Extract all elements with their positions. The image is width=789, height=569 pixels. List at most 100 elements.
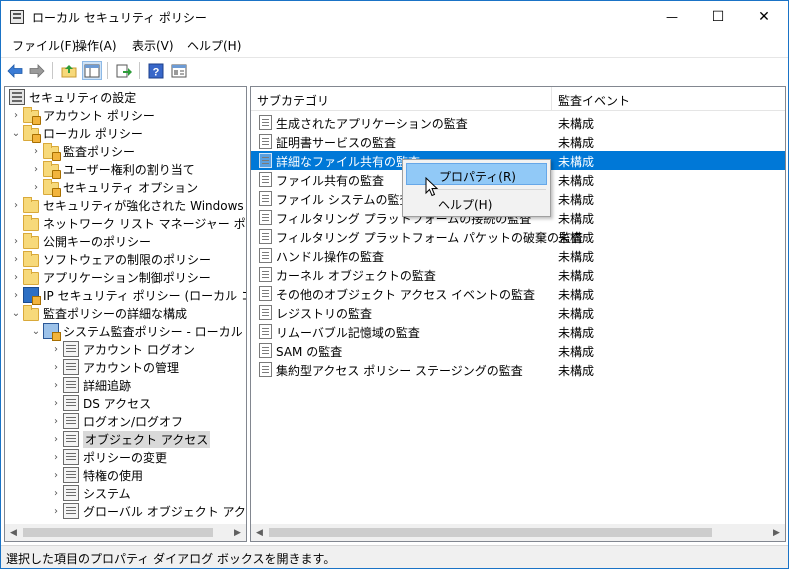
expand-arrow-icon[interactable]: › xyxy=(49,448,63,466)
list-row[interactable]: 集約型アクセス ポリシー ステージングの監査 未構成 xyxy=(251,360,785,379)
tree-item[interactable]: › アカウントの管理 xyxy=(49,358,179,376)
tree-item[interactable]: › アプリケーション制御ポリシー xyxy=(9,268,211,286)
expand-arrow-icon[interactable]: › xyxy=(49,502,63,520)
tree-item[interactable]: › システム xyxy=(49,484,131,502)
scroll-left-icon[interactable]: ◀ xyxy=(5,524,22,541)
row-audit-event: 未構成 xyxy=(558,136,595,150)
tree-item[interactable]: › IP セキュリティ ポリシー (ローカル コンピューター) xyxy=(9,286,246,305)
maximize-button[interactable]: ☐ xyxy=(695,1,741,32)
scrollbar-thumb[interactable] xyxy=(269,528,712,537)
tree-item[interactable]: › ユーザー権利の割り当て xyxy=(29,160,195,179)
scroll-right-icon[interactable]: ▶ xyxy=(229,524,246,541)
list-row[interactable]: 証明書サービスの監査 未構成 xyxy=(251,132,785,151)
scrollbar-thumb[interactable] xyxy=(23,528,213,537)
scroll-left-icon[interactable]: ◀ xyxy=(251,524,268,541)
row-audit-event: 未構成 xyxy=(558,364,595,378)
audit-policy-icon xyxy=(259,172,272,187)
menu-help[interactable]: ヘルプ(H) xyxy=(187,37,241,54)
expand-arrow-icon[interactable]: › xyxy=(9,232,23,250)
collapse-arrow-icon[interactable]: ⌄ xyxy=(9,124,23,142)
expand-arrow-icon[interactable]: › xyxy=(9,196,23,214)
close-button[interactable]: ✕ xyxy=(741,1,787,32)
expand-arrow-icon[interactable]: › xyxy=(29,142,43,160)
tree-label: 詳細追跡 xyxy=(83,378,132,393)
tree-item[interactable]: セキュリティの設定 xyxy=(5,88,136,106)
tree-item[interactable]: ⌄ ローカル ポリシー xyxy=(9,124,143,143)
expand-arrow-icon[interactable]: › xyxy=(9,268,23,286)
tree-item[interactable]: › セキュリティが強化された Windows ファイアウォール xyxy=(9,196,246,214)
menu-file[interactable]: ファイル(F) xyxy=(12,37,76,54)
tree-item[interactable]: › 監査ポリシー xyxy=(29,142,135,161)
tree-item[interactable]: › 詳細追跡 xyxy=(49,376,131,394)
menu-action[interactable]: 操作(A) xyxy=(75,37,117,54)
folder-icon xyxy=(23,268,39,285)
context-menu-label: プロパティ(R) xyxy=(439,170,516,184)
locked-folder-icon xyxy=(43,160,61,179)
toolbar-separator xyxy=(139,62,140,79)
expand-arrow-icon[interactable]: › xyxy=(49,484,63,502)
tree-item[interactable]: › アカウント ログオン xyxy=(49,340,195,358)
tree-pane[interactable]: セキュリティの設定 › アカウント ポリシー ⌄ ローカル ポリシー › 監査ポ… xyxy=(4,86,247,542)
tree-item-selected[interactable]: › オブジェクト アクセス xyxy=(49,430,211,448)
list-row[interactable]: SAM の監査 未構成 xyxy=(251,341,785,360)
scroll-right-icon[interactable]: ▶ xyxy=(768,524,785,541)
expand-arrow-icon[interactable]: › xyxy=(9,286,23,304)
tree-item[interactable]: › 公開キーのポリシー xyxy=(9,232,151,250)
audit-policy-icon xyxy=(259,343,272,358)
tree-item[interactable]: › ソフトウェアの制限のポリシー xyxy=(9,250,211,268)
expand-arrow-icon[interactable]: › xyxy=(29,160,43,178)
expand-arrow-icon[interactable]: › xyxy=(49,412,63,430)
row-subcategory: 集約型アクセス ポリシー ステージングの監査 xyxy=(276,364,523,378)
audit-policy-icon xyxy=(259,305,272,320)
expand-arrow-icon[interactable]: › xyxy=(9,250,23,268)
tree-item[interactable]: ネットワーク リスト マネージャー ポリシー xyxy=(9,214,246,232)
ip-security-icon xyxy=(23,287,41,305)
audit-policy-icon xyxy=(259,267,272,282)
tree-item[interactable]: › セキュリティ オプション xyxy=(29,178,198,197)
expand-arrow-icon[interactable]: › xyxy=(49,340,63,358)
column-divider[interactable] xyxy=(551,87,552,111)
tree-item[interactable]: › グローバル オブジェクト アクセスの監査 xyxy=(49,502,246,520)
expand-arrow-icon[interactable]: › xyxy=(49,358,63,376)
collapse-arrow-icon[interactable]: ⌄ xyxy=(29,322,43,340)
list-horizontal-scrollbar[interactable]: ◀ ▶ xyxy=(251,524,785,541)
row-audit-event: 未構成 xyxy=(558,269,595,283)
list-row[interactable]: 生成されたアプリケーションの監査 未構成 xyxy=(251,113,785,132)
list-row[interactable]: その他のオブジェクト アクセス イベントの監査 未構成 xyxy=(251,284,785,303)
help-button[interactable]: ? xyxy=(146,61,166,80)
forward-button[interactable] xyxy=(27,61,47,80)
tree-item[interactable]: ⌄ 監査ポリシーの詳細な構成 xyxy=(9,304,187,322)
up-one-level-button[interactable] xyxy=(59,61,79,80)
expand-arrow-icon[interactable]: › xyxy=(49,394,63,412)
collapse-arrow-icon[interactable]: ⌄ xyxy=(9,304,23,322)
properties-button[interactable] xyxy=(169,61,189,80)
tree-item[interactable]: › 特権の使用 xyxy=(49,466,143,484)
list-row[interactable]: ハンドル操作の監査 未構成 xyxy=(251,246,785,265)
list-row[interactable]: レジストリの監査 未構成 xyxy=(251,303,785,322)
list-row[interactable]: フィルタリング プラットフォーム パケットの破棄の監査 未構成 xyxy=(251,227,785,246)
menu-view[interactable]: 表示(V) xyxy=(132,37,174,54)
expand-arrow-icon[interactable]: › xyxy=(49,376,63,394)
show-hide-tree-button[interactable] xyxy=(82,61,102,80)
title-bar[interactable]: ローカル セキュリティ ポリシー — ☐ ✕ xyxy=(1,1,788,32)
tree-item[interactable]: › DS アクセス xyxy=(49,394,151,412)
list-row[interactable]: リムーバブル記憶域の監査 未構成 xyxy=(251,322,785,341)
column-header-audit-events[interactable]: 監査イベント xyxy=(558,92,630,109)
tree-horizontal-scrollbar[interactable]: ◀ ▶ xyxy=(5,524,246,541)
list-row[interactable]: カーネル オブジェクトの監査 未構成 xyxy=(251,265,785,284)
tree-item[interactable]: › ポリシーの変更 xyxy=(49,448,167,466)
row-audit-event: 未構成 xyxy=(558,250,595,264)
expand-arrow-icon[interactable]: › xyxy=(29,178,43,196)
minimize-button[interactable]: — xyxy=(649,1,695,32)
audit-category-icon xyxy=(63,503,79,519)
export-list-button[interactable] xyxy=(114,61,134,80)
column-header-subcategory[interactable]: サブカテゴリ xyxy=(257,92,329,109)
list-pane[interactable]: サブカテゴリ 監査イベント 生成されたアプリケーションの監査 未構成 証明書サー… xyxy=(250,86,786,542)
back-button[interactable] xyxy=(5,61,25,80)
expand-arrow-icon[interactable]: › xyxy=(49,466,63,484)
tree-item[interactable]: › アカウント ポリシー xyxy=(9,106,155,125)
tree-item[interactable]: ⌄ システム監査ポリシー - ローカル グループ ポリシー オブジェクト xyxy=(29,322,246,341)
expand-arrow-icon[interactable]: › xyxy=(49,430,63,448)
expand-arrow-icon[interactable]: › xyxy=(9,106,23,124)
tree-item[interactable]: › ログオン/ログオフ xyxy=(49,412,183,430)
